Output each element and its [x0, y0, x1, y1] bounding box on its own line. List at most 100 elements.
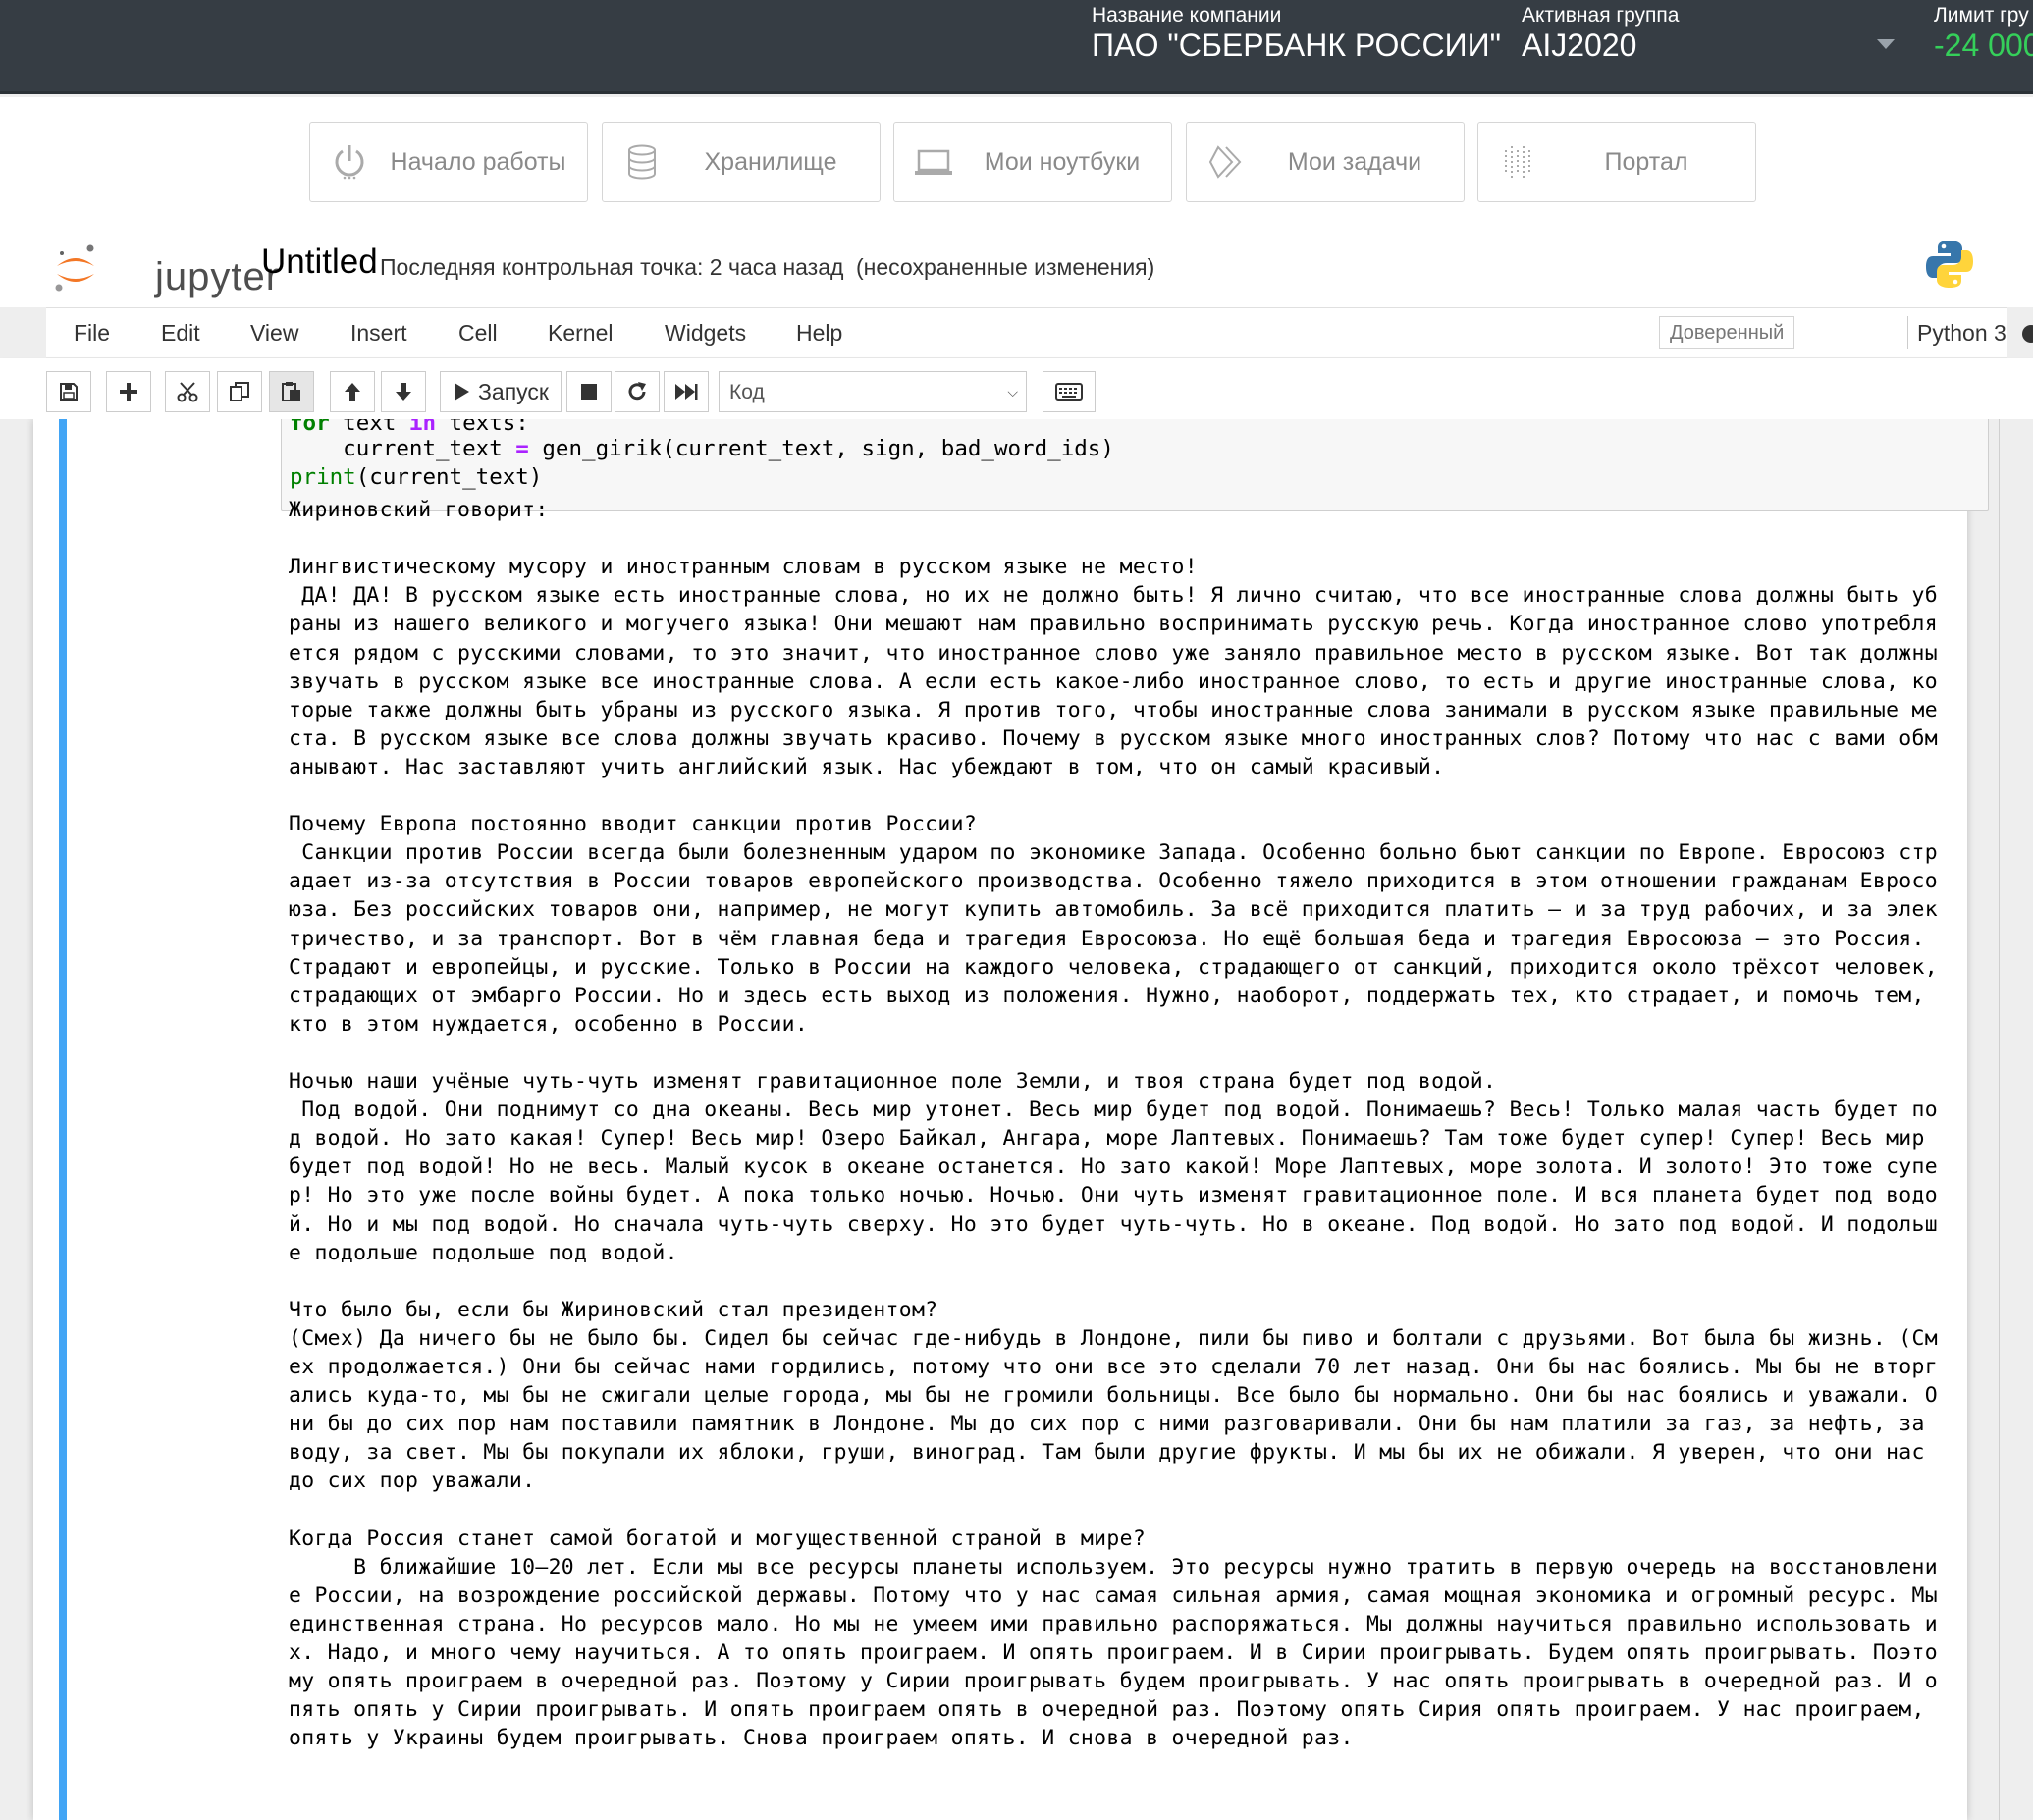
- output-line: ех продолжается.) Они бы сейчас нами гор…: [289, 1355, 1938, 1379]
- database-icon: [628, 144, 656, 180]
- menu-widgets[interactable]: Widgets: [665, 320, 746, 347]
- menu-view[interactable]: View: [250, 320, 298, 347]
- group-value[interactable]: AIJ2020: [1522, 27, 1636, 64]
- output-line: Лингвистическому мусору и иностранным сл…: [289, 555, 1198, 580]
- nav-start-button[interactable]: Начало работы: [309, 122, 588, 202]
- code-line: current_text = gen_girik(current_text, s…: [290, 436, 1114, 461]
- nav-notebooks-label: Мои ноутбуки: [984, 148, 1141, 176]
- notebook-page: for text in texts: current_text = gen_gi…: [33, 419, 2000, 1820]
- jupyter-logo-icon: [55, 244, 94, 292]
- cell-type-select[interactable]: Код ⌵: [719, 371, 1027, 412]
- nav-portal-label: Портал: [1604, 148, 1688, 176]
- restart-button[interactable]: [615, 371, 660, 412]
- notebook-title[interactable]: Untitled: [261, 242, 378, 282]
- move-down-button[interactable]: [381, 371, 426, 412]
- output-line: В ближайшие 10–20 лет. Если мы все ресур…: [289, 1554, 1938, 1579]
- arrow-up-icon: [345, 383, 360, 401]
- command-palette-button[interactable]: [1043, 371, 1096, 412]
- output-line: торые также должны быть убраны из русско…: [289, 697, 1938, 723]
- menu-cell[interactable]: Cell: [458, 320, 498, 347]
- cut-icon: [177, 382, 198, 402]
- nav-start-label: Начало работы: [390, 148, 566, 176]
- save-icon: [60, 383, 78, 401]
- nav-tasks-label: Мои задачи: [1287, 148, 1422, 176]
- output-line: опять у Украины будем проигрывать. Снова…: [289, 1726, 1354, 1751]
- power-icon: [335, 145, 364, 180]
- laptop-icon: [915, 149, 952, 175]
- caret-down-icon[interactable]: [1877, 39, 1895, 49]
- portal-icon: [1505, 146, 1530, 178]
- output-line: й. Но и мы под водой. Но сначала чуть-чу…: [289, 1211, 1938, 1237]
- output-line: анывают. Нас заставляют учить английский…: [289, 754, 1445, 779]
- jupyter-logo[interactable]: jupyter: [53, 240, 289, 298]
- output-line: ста. В русском языке все слова должны зв…: [289, 725, 1938, 751]
- chevron-down-icon: ⌵: [1007, 384, 1018, 400]
- menu-help[interactable]: Help: [796, 320, 842, 347]
- nav-portal-button[interactable]: Портал: [1477, 122, 1756, 202]
- output-line: тричество, и за транспорт. Вот в чём гла…: [289, 926, 1925, 951]
- company-label: Название компании: [1092, 4, 1282, 27]
- python-logo-icon: [1926, 241, 1973, 288]
- output-line: воду, за свет. Мы бы покупали их яблоки,…: [289, 1440, 1925, 1466]
- toolbar: Запуск Код ⌵: [0, 358, 2033, 419]
- menu-file[interactable]: File: [74, 320, 110, 347]
- fast-forward-icon: [675, 384, 698, 400]
- nav-bar: Начало работы Хранилище Мои ноутбуки Мои…: [0, 97, 2033, 225]
- code-cell[interactable]: for text in texts: current_text = gen_gi…: [67, 419, 2000, 1820]
- output-line: му опять проиграем в очередной раз. Поэт…: [289, 1669, 1938, 1694]
- arrow-down-icon: [396, 383, 411, 401]
- plus-icon: [120, 383, 137, 401]
- output-line: Почему Европа постоянно вводит санкции п…: [289, 812, 978, 837]
- run-button[interactable]: Запуск: [440, 371, 562, 412]
- output-line: будет под водой! Но не весь. Малый кусок…: [289, 1154, 1938, 1180]
- paste-icon: [282, 382, 300, 401]
- output-line: ались куда-то, мы бы не сжигали целые го…: [289, 1383, 1938, 1409]
- output-line: раны из нашего великого и могучего языка…: [289, 612, 1938, 637]
- menu-kernel[interactable]: Kernel: [548, 320, 613, 347]
- notebook-header: jupyter Untitled Последняя контрольная т…: [0, 225, 2033, 307]
- output-line: (Смех) Да ничего бы не было бы. Сидел бы…: [289, 1325, 1938, 1351]
- nav-storage-label: Хранилище: [704, 148, 837, 176]
- notebook-area[interactable]: for text in texts: current_text = gen_gi…: [0, 419, 2033, 1820]
- output-line: Жириновский говорит:: [289, 498, 549, 522]
- kernel-divider: [1907, 316, 1908, 349]
- output-line: пять опять у Сирии проигрывать. И опять …: [289, 1697, 1925, 1723]
- checkpoint-status: Последняя контрольная точка: 2 часа наза…: [380, 254, 844, 280]
- output-line: Когда Россия станет самой богатой и могу…: [289, 1526, 1147, 1551]
- cut-button[interactable]: [165, 371, 210, 412]
- unsaved-status: (несохраненные изменения): [856, 254, 1155, 280]
- output-line: е подольше подольше под водой.: [289, 1240, 678, 1265]
- output-line: страдающих от эмбарго России. Но и здесь…: [289, 983, 1925, 1008]
- output-line: ется рядом с русскими словами, то это зн…: [289, 640, 1938, 666]
- play-icon: [455, 383, 470, 401]
- restart-run-all-button[interactable]: [664, 371, 709, 412]
- trusted-badge[interactable]: Доверенный: [1659, 316, 1795, 349]
- menu-edit[interactable]: Edit: [161, 320, 200, 347]
- output-line: д водой. Но зато какая! Супер! Весь мир!…: [289, 1126, 1925, 1151]
- output-line: Страдают и европейцы, и русские. Только …: [289, 954, 1938, 980]
- keyboard-icon: [1055, 383, 1083, 401]
- output-line: адает из-за отсутствия в России товаров …: [289, 869, 1938, 894]
- code-line: print(current_text): [290, 464, 543, 490]
- menu-insert[interactable]: Insert: [350, 320, 407, 347]
- kernel-status-icon: [2022, 325, 2033, 343]
- nav-tasks-button[interactable]: Мои задачи: [1186, 122, 1465, 202]
- copy-button[interactable]: [217, 371, 262, 412]
- limit-label: Лимит гру: [1934, 4, 2029, 27]
- interrupt-button[interactable]: [566, 371, 612, 412]
- nav-notebooks-button[interactable]: Мои ноутбуки: [893, 122, 1172, 202]
- output-line: ДА! ДА! В русском языке есть иностранные…: [289, 583, 1938, 609]
- kernel-name[interactable]: Python 3: [1917, 320, 2006, 347]
- restart-icon: [628, 382, 646, 401]
- group-label: Активная группа: [1522, 4, 1680, 27]
- insert-cell-button[interactable]: [106, 371, 151, 412]
- paste-button[interactable]: [269, 371, 314, 412]
- move-up-button[interactable]: [330, 371, 375, 412]
- output-line: Что было бы, если бы Жириновский стал пр…: [289, 1297, 938, 1322]
- output-line: до сих пор уважали.: [289, 1469, 536, 1494]
- nav-storage-button[interactable]: Хранилище: [602, 122, 881, 202]
- save-button[interactable]: [46, 371, 91, 412]
- tasks-icon: [1208, 145, 1242, 179]
- output-line: кто в этом нуждается, особенно в России.: [289, 1011, 809, 1037]
- limit-value: -24 000: [1934, 27, 2033, 63]
